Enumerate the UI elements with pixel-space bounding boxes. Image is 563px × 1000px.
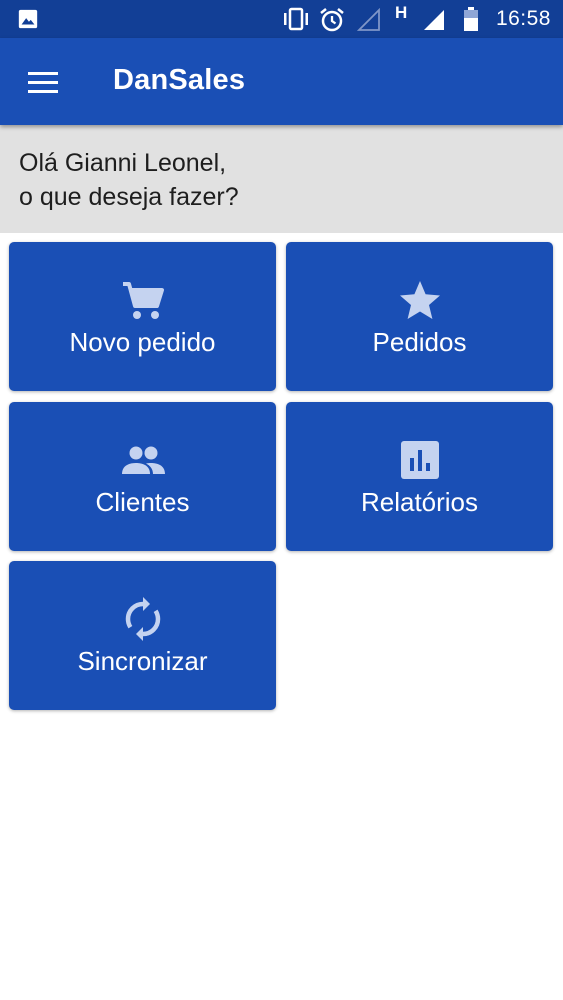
menu-button[interactable] [16, 60, 60, 104]
sync-label: Sincronizar [77, 646, 208, 676]
people-icon [121, 446, 165, 474]
new-order-label: Novo pedido [69, 327, 216, 357]
alarm-icon [320, 8, 344, 32]
menu-icon [28, 72, 58, 93]
app-bar: DanSales [0, 38, 563, 125]
greeting-panel: Olá Gianni Leonel, o que deseja fazer? [0, 125, 563, 233]
star-icon [399, 281, 440, 319]
status-bar: H 16:58 [0, 0, 563, 38]
chart-icon [400, 441, 439, 479]
clients-label: Clientes [95, 487, 190, 517]
new-order-button[interactable]: Novo pedido [9, 242, 276, 391]
clients-button[interactable]: Clientes [9, 402, 276, 551]
sync-button[interactable]: Sincronizar [9, 561, 276, 710]
greeting-line-2: o que deseja fazer? [19, 183, 239, 211]
orders-label: Pedidos [372, 327, 467, 357]
reports-label: Relatórios [360, 487, 479, 517]
cart-icon [122, 282, 164, 319]
sync-icon [125, 597, 160, 641]
clock: 16:58 [495, 7, 551, 30]
battery-icon [464, 7, 478, 31]
image-icon [18, 9, 38, 29]
app-title: DanSales [113, 64, 246, 96]
reports-button[interactable]: Relatórios [286, 402, 553, 551]
network-type-label: H [395, 3, 408, 22]
signal-icon [424, 10, 444, 30]
greeting-line-1: Olá Gianni Leonel, [19, 149, 227, 177]
vibrate-icon [284, 7, 308, 31]
signal-empty-icon [357, 8, 380, 31]
orders-button[interactable]: Pedidos [286, 242, 553, 391]
